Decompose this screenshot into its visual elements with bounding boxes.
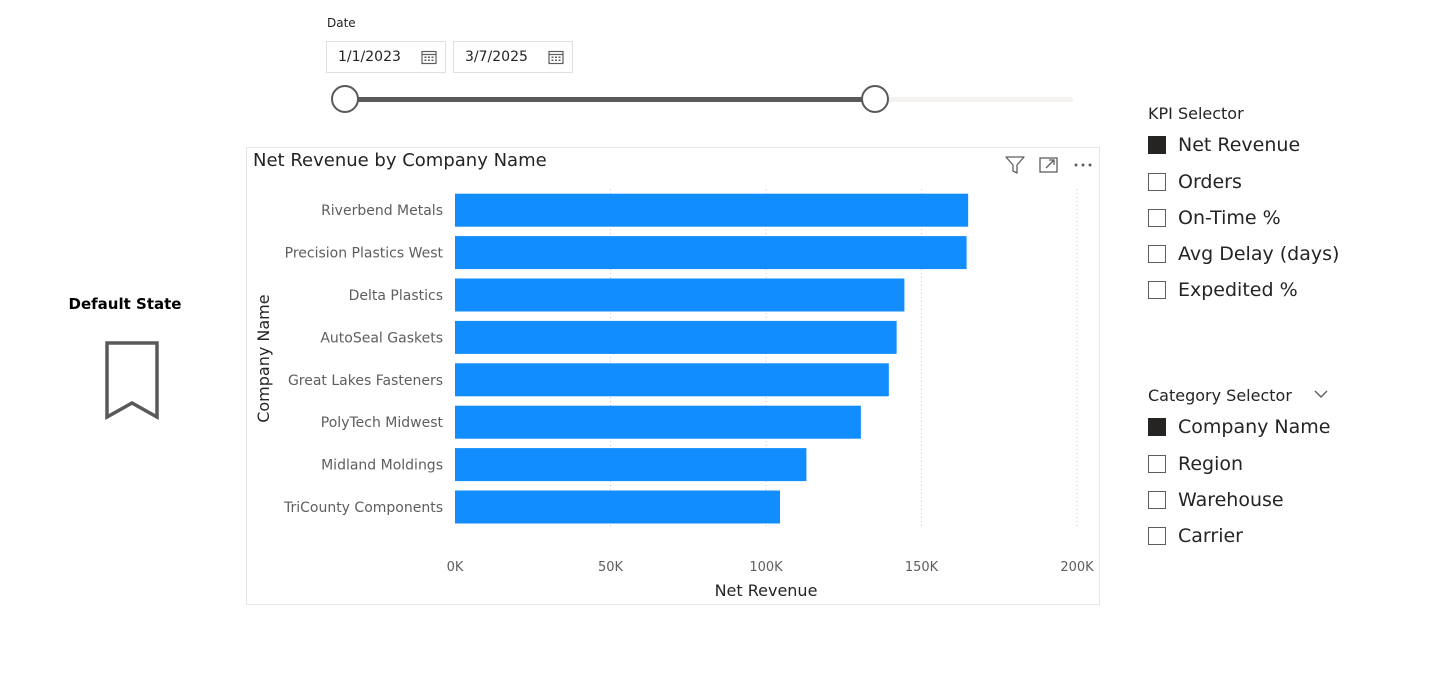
more-options-icon[interactable]	[1072, 154, 1094, 176]
bar[interactable]	[455, 448, 807, 482]
checkbox[interactable]	[1148, 136, 1166, 154]
date-slider-end-handle[interactable]	[861, 85, 889, 113]
bar[interactable]	[455, 363, 889, 397]
checkbox[interactable]	[1148, 281, 1166, 299]
kpi-selector-title: KPI Selector	[1148, 104, 1244, 123]
checkbox[interactable]	[1148, 245, 1166, 263]
y-axis-title: Company Name	[254, 294, 273, 422]
kpi-option-net-revenue[interactable]: Net Revenue	[1148, 134, 1300, 156]
category-option-company-name[interactable]: Company Name	[1148, 416, 1330, 438]
kpi-option-label: Expedited %	[1178, 279, 1298, 301]
x-tick-label: 0K	[447, 560, 464, 575]
kpi-option-on-time[interactable]: On-Time %	[1148, 207, 1281, 229]
category-label: AutoSeal Gaskets	[320, 330, 443, 346]
kpi-option-label: Orders	[1178, 171, 1242, 193]
bar[interactable]	[455, 193, 969, 227]
x-tick-label: 200K	[1060, 560, 1094, 575]
category-selector-title: Category Selector	[1148, 386, 1292, 405]
focus-mode-icon[interactable]	[1038, 154, 1060, 176]
chart-title: Net Revenue by Company Name	[253, 150, 547, 171]
checkbox[interactable]	[1148, 455, 1166, 473]
bookmark-icon[interactable]	[104, 340, 160, 422]
x-axis-title: Net Revenue	[715, 581, 818, 600]
default-state-title: Default State	[68, 295, 182, 313]
category-option-label: Warehouse	[1178, 489, 1284, 511]
calendar-icon[interactable]	[548, 49, 564, 65]
kpi-option-label: Avg Delay (days)	[1178, 243, 1340, 265]
category-label: Riverbend Metals	[321, 203, 443, 219]
category-label: Midland Moldings	[321, 458, 443, 474]
checkbox[interactable]	[1148, 491, 1166, 509]
category-label: Great Lakes Fasteners	[288, 373, 443, 389]
checkbox[interactable]	[1148, 173, 1166, 191]
start-date-value: 1/1/2023	[338, 49, 401, 65]
x-tick-label: 50K	[598, 560, 624, 575]
bar[interactable]	[455, 405, 861, 439]
x-tick-label: 100K	[749, 560, 783, 575]
category-option-region[interactable]: Region	[1148, 453, 1243, 475]
kpi-option-avg-delay[interactable]: Avg Delay (days)	[1148, 243, 1339, 265]
category-option-label: Company Name	[1178, 416, 1331, 438]
date-slider-range	[345, 97, 875, 102]
category-option-warehouse[interactable]: Warehouse	[1148, 489, 1284, 511]
category-label: PolyTech Midwest	[321, 415, 444, 431]
bar[interactable]	[455, 278, 905, 312]
bar[interactable]	[455, 320, 897, 354]
category-option-carrier[interactable]: Carrier	[1148, 525, 1243, 547]
checkbox[interactable]	[1148, 418, 1166, 436]
bar-chart-plot: 0K 50K 100K 150K 200K Riverbend Metals Precisi…	[254, 189, 1094, 600]
chevron-down-icon[interactable]	[1313, 388, 1329, 400]
kpi-option-label: On-Time %	[1178, 207, 1281, 229]
x-tick-label: 150K	[905, 560, 939, 575]
end-date-input[interactable]: 3/7/2025	[453, 41, 573, 73]
filter-icon[interactable]	[1004, 154, 1026, 176]
checkbox[interactable]	[1148, 209, 1166, 227]
date-slicer-title: Date	[327, 16, 356, 30]
kpi-option-label: Net Revenue	[1178, 134, 1301, 156]
category-option-label: Region	[1178, 453, 1244, 475]
kpi-option-expedited[interactable]: Expedited %	[1148, 279, 1298, 301]
category-label: Delta Plastics	[349, 288, 443, 304]
checkbox[interactable]	[1148, 527, 1166, 545]
end-date-value: 3/7/2025	[465, 49, 528, 65]
bar[interactable]	[455, 236, 967, 270]
category-label: Precision Plastics West	[285, 246, 444, 262]
category-option-label: Carrier	[1178, 525, 1243, 547]
bar[interactable]	[455, 490, 780, 524]
calendar-icon[interactable]	[421, 49, 437, 65]
category-label: TriCounty Components	[283, 500, 443, 516]
kpi-option-orders[interactable]: Orders	[1148, 171, 1242, 193]
date-slider-start-handle[interactable]	[331, 85, 359, 113]
start-date-input[interactable]: 1/1/2023	[326, 41, 446, 73]
